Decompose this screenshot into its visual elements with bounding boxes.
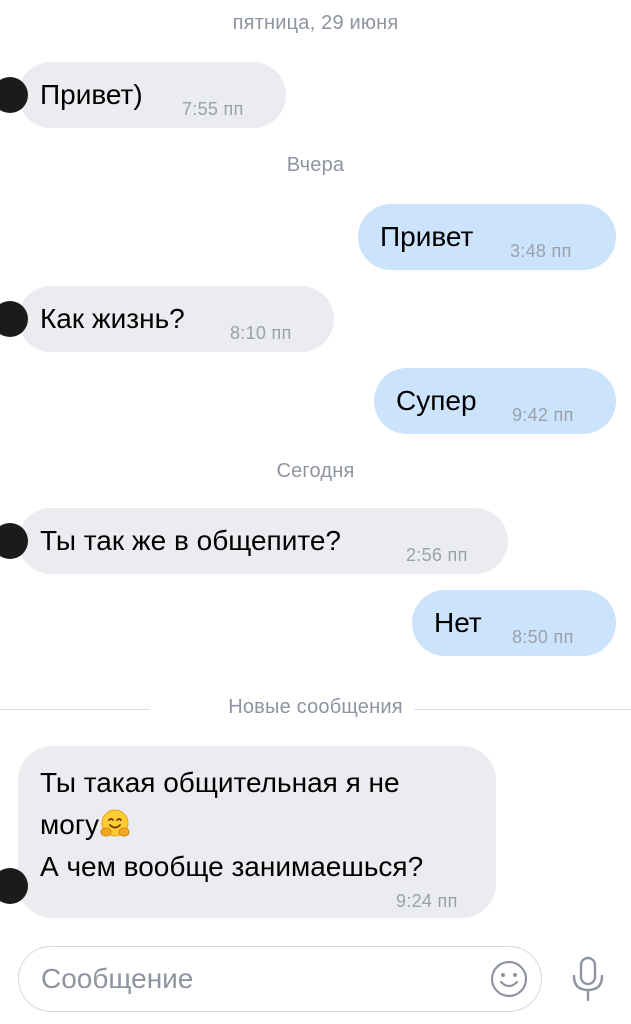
message-text: Привет) xyxy=(40,79,143,110)
avatar[interactable] xyxy=(0,301,28,337)
message-time: 7:55 пп xyxy=(182,99,244,119)
incoming-message[interactable]: Ты такая общительная я не могу А чем воо… xyxy=(0,746,496,918)
avatar[interactable] xyxy=(0,523,28,559)
chat-history[interactable]: пятница, 29 июня Привет) 7:55 пп Вчера П… xyxy=(0,0,631,940)
avatar[interactable] xyxy=(0,77,28,113)
message-text: Ты такая общительная я не могу А чем воо… xyxy=(40,762,480,888)
new-messages-label: Новые сообщения xyxy=(228,696,403,718)
outgoing-message[interactable]: Нет 8:50 пп xyxy=(412,590,616,656)
divider-line xyxy=(414,709,631,710)
outgoing-message[interactable]: Привет 3:48 пп xyxy=(358,204,616,270)
message-text: Супер xyxy=(396,385,477,416)
message-text: Ты так же в общепите? xyxy=(40,525,341,556)
microphone-icon[interactable] xyxy=(568,954,608,1004)
incoming-message[interactable]: Привет) 7:55 пп xyxy=(0,62,286,128)
message-time: 8:50 пп xyxy=(512,627,574,647)
message-input-placeholder: Сообщение xyxy=(41,963,194,994)
incoming-message[interactable]: Ты так же в общепите? 2:56 пп xyxy=(0,508,508,574)
message-line: могу xyxy=(40,809,100,840)
date-separator-friday: пятница, 29 июня xyxy=(232,12,399,34)
message-time: 3:48 пп xyxy=(510,241,572,261)
outgoing-message[interactable]: Супер 9:42 пп xyxy=(374,368,616,434)
message-text: Как жизнь? xyxy=(40,303,185,334)
message-text: Нет xyxy=(434,607,482,638)
new-messages-divider: Новые сообщения xyxy=(0,694,631,724)
incoming-message[interactable]: Как жизнь? 8:10 пп xyxy=(0,286,334,352)
date-separator-today: Сегодня xyxy=(276,460,355,482)
hugging-face-icon xyxy=(99,808,131,840)
date-separator-yesterday: Вчера xyxy=(286,154,345,176)
message-input[interactable]: Сообщение xyxy=(18,946,542,1012)
message-text: Привет xyxy=(380,221,474,252)
message-time: 2:56 пп xyxy=(406,545,468,565)
message-time: 9:42 пп xyxy=(512,405,574,425)
message-line: Ты такая общительная я не xyxy=(40,767,400,798)
message-time: 9:24 пп xyxy=(396,891,458,911)
message-time: 8:10 пп xyxy=(230,323,292,343)
message-line: А чем вообще занимаешься? xyxy=(40,851,424,882)
smile-icon[interactable] xyxy=(489,959,529,999)
avatar[interactable] xyxy=(0,868,28,904)
